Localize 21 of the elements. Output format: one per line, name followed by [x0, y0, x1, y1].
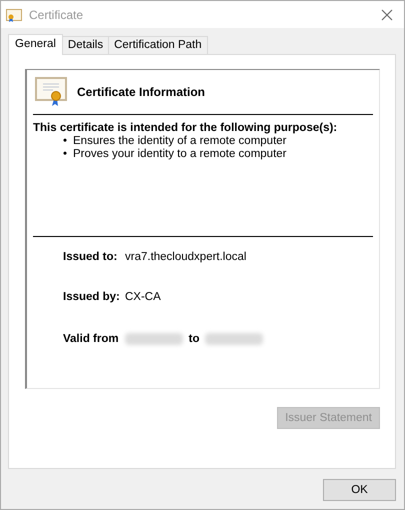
purpose-text: Ensures the identity of a remote computer [73, 135, 286, 147]
purpose-title: This certificate is intended for the following purpose(s): [33, 122, 338, 134]
bullet: • [63, 135, 68, 147]
bullet: • [63, 148, 68, 160]
redacted-blur [205, 333, 264, 345]
purpose-text: Proves your identity to a remote computer [73, 148, 286, 160]
certificate-icon [6, 8, 22, 22]
close-icon[interactable] [381, 8, 393, 20]
ok-button[interactable]: OK [323, 479, 396, 501]
field-label: Issued by: [63, 291, 121, 303]
certificate-icon [35, 77, 67, 107]
window-title: Certificate [29, 8, 84, 22]
redacted-blur [124, 333, 183, 345]
field-label: to [188, 333, 200, 345]
section-heading: Certificate Information [77, 85, 206, 99]
tab[interactable]: General [8, 34, 63, 55]
field-label: Issued to: [63, 251, 118, 263]
field-label: Valid from [63, 333, 119, 345]
field-value: vra7.thecloudxpert.local [125, 251, 246, 263]
tab[interactable]: Certification Path [108, 36, 208, 54]
field-value: CX-CA [125, 291, 161, 303]
